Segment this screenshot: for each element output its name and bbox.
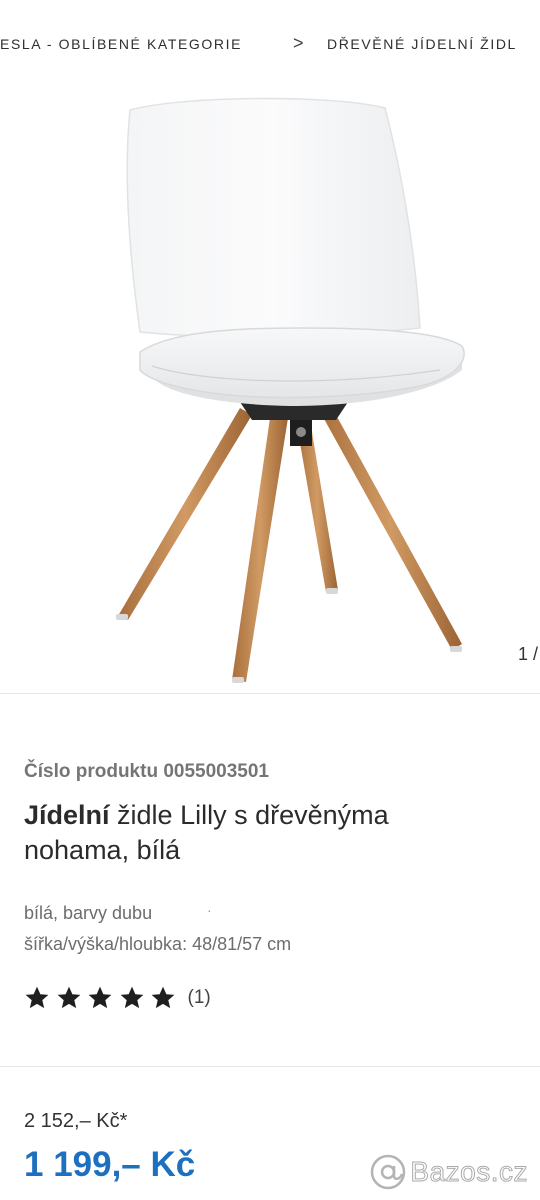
old-price: 2 152,– Kč* (24, 1110, 128, 1132)
rating-count[interactable]: (1) (188, 987, 211, 1009)
star-icon (151, 986, 175, 1009)
star-icon (120, 986, 143, 1009)
product-dimensions-attribute: šířka/výška/hloubka: 48/81/57 cm (24, 934, 292, 954)
gallery-counter: 1 / (517, 644, 538, 664)
divider (0, 693, 540, 694)
breadcrumb: ESLA - OBLÍBENÉ KATEGORIE > DŘEVĚNÉ JÍDE… (0, 36, 540, 58)
chair-illustration (116, 97, 465, 683)
attribute-separator-dot: · (207, 902, 212, 918)
product-title-bold: Jídelní (24, 800, 110, 830)
at-sign-icon (371, 1154, 406, 1190)
product-image[interactable] (0, 70, 540, 690)
star-icon (57, 986, 80, 1009)
bazos-watermark: Bazos.cz (366, 1152, 528, 1192)
breadcrumb-item-current[interactable]: DŘEVĚNÉ JÍDELNÍ ŽIDL (327, 36, 517, 52)
product-color-attribute: bílá, barvy dubu (24, 903, 153, 923)
breadcrumb-separator-icon: > (293, 36, 304, 53)
divider (0, 1066, 540, 1067)
breadcrumb-item-category[interactable]: ESLA - OBLÍBENÉ KATEGORIE (0, 36, 242, 52)
watermark-text: Bazos.cz (410, 1156, 528, 1188)
product-title: Jídelní židle Lilly s dřevěnýma nohama, … (24, 798, 484, 868)
star-icon (88, 986, 112, 1009)
product-number: Číslo produktu 0055003501 (24, 761, 269, 782)
star-icon (25, 986, 49, 1009)
product-page: ESLA - OBLÍBENÉ KATEGORIE > DŘEVĚNÉ JÍDE… (0, 0, 540, 1200)
product-rating[interactable]: (1) (24, 985, 211, 1011)
current-price: 1 199,– Kč (24, 1145, 196, 1184)
